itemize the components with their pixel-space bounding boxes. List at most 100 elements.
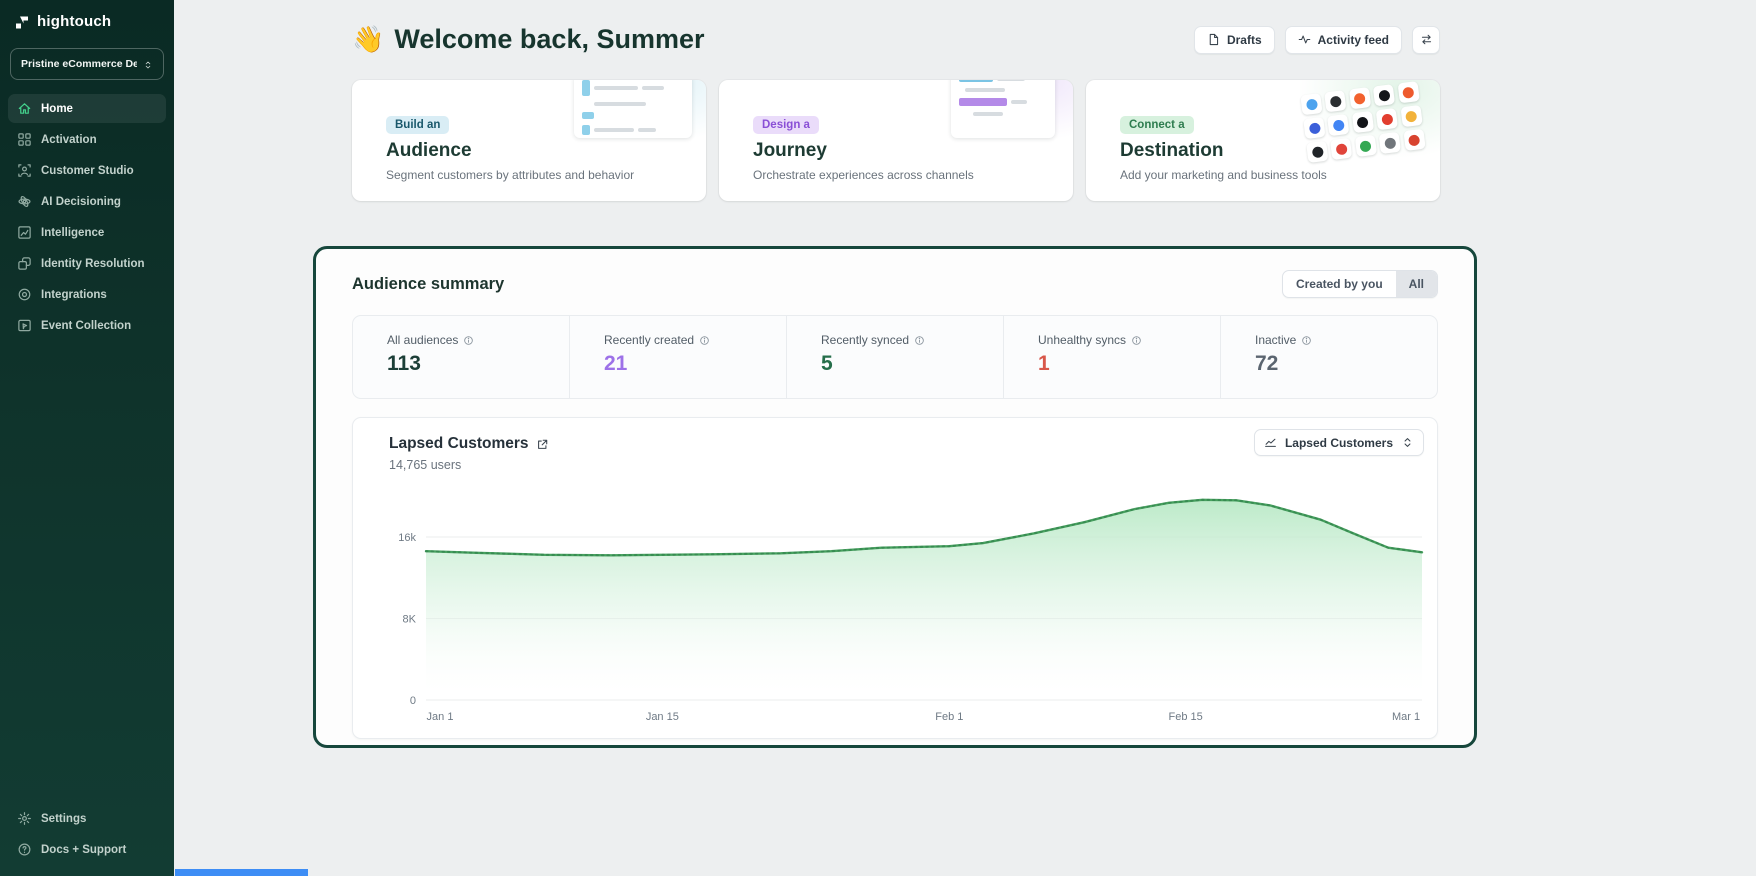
sidebar-item-label: Docs + Support [41, 844, 126, 856]
stat-label-text: Recently synced [821, 333, 909, 347]
identity-resolution-icon [17, 256, 32, 271]
external-link-icon[interactable] [536, 438, 549, 451]
filter-all[interactable]: All [1396, 271, 1437, 297]
switch-workspace-button[interactable] [1412, 26, 1440, 54]
info-icon[interactable] [914, 335, 925, 346]
stat-label-text: Recently created [604, 333, 694, 347]
event-collection-icon [17, 318, 32, 333]
activity-pulse-icon [1298, 33, 1311, 46]
activity-feed-button-label: Activity feed [1318, 33, 1389, 47]
sidebar-item-event-collection[interactable]: Event Collection [8, 311, 166, 340]
info-icon[interactable] [699, 335, 710, 346]
audience-illustration [546, 80, 706, 158]
stat-value: 21 [604, 352, 786, 376]
sidebar-item-ai-decisioning[interactable]: AI Decisioning [8, 187, 166, 216]
app-icon-tile [1400, 105, 1422, 127]
stat-recently-synced: Recently synced 5 [786, 316, 1003, 398]
customer-studio-icon [17, 163, 32, 178]
sidebar-item-label: Event Collection [41, 320, 131, 332]
sidebar-item-intelligence[interactable]: Intelligence [8, 218, 166, 247]
chevron-updown-icon [1401, 436, 1414, 449]
sidebar-item-customer-studio[interactable]: Customer Studio [8, 156, 166, 185]
wave-emoji: 👋 [352, 24, 384, 55]
destination-card-description: Add your marketing and business tools [1120, 168, 1327, 182]
info-icon[interactable] [463, 335, 474, 346]
info-icon[interactable] [1131, 335, 1142, 346]
app-icon-tile [1327, 114, 1349, 136]
document-icon [1207, 33, 1220, 46]
chart-title: Lapsed Customers [389, 435, 529, 453]
stat-value: 72 [1255, 352, 1437, 376]
sidebar-item-label: AI Decisioning [41, 196, 121, 208]
svg-text:Mar 1: Mar 1 [1392, 711, 1420, 720]
page-title: 👋 Welcome back, Summer [352, 24, 705, 55]
stat-value: 5 [821, 352, 1003, 376]
workspace-selector[interactable]: Pristine eCommerce De... [10, 48, 164, 80]
stat-label-text: Inactive [1255, 333, 1296, 347]
app-icon-tile [1352, 111, 1374, 133]
sidebar-item-home[interactable]: Home [8, 94, 166, 123]
build-audience-card[interactable]: Build an Audience Segment customers by a… [352, 80, 706, 201]
design-journey-card[interactable]: Design a Journey Orchestrate experiences… [719, 80, 1073, 201]
integrations-icon [17, 287, 32, 302]
svg-text:16k: 16k [398, 532, 416, 544]
help-icon [17, 842, 32, 857]
workspace-name: Pristine eCommerce De... [21, 58, 137, 70]
app-icon-tile [1355, 135, 1377, 157]
sidebar-item-label: Activation [41, 134, 97, 146]
svg-text:Jan 1: Jan 1 [427, 711, 454, 720]
sidebar-item-identity-resolution[interactable]: Identity Resolution [8, 249, 166, 278]
sidebar-item-label: Settings [41, 813, 86, 825]
app-icon-tile [1300, 93, 1322, 115]
drafts-button[interactable]: Drafts [1194, 26, 1275, 54]
destination-app-icons [1300, 81, 1425, 163]
page-title-text: Welcome back, Summer [394, 24, 704, 55]
chart-metric-select-value: Lapsed Customers [1285, 436, 1393, 450]
activity-feed-button[interactable]: Activity feed [1285, 26, 1402, 54]
stat-all-audiences: All audiences 113 [353, 316, 569, 398]
ai-decisioning-icon [17, 194, 32, 209]
logo-text: hightouch [37, 13, 111, 30]
svg-text:Feb 15: Feb 15 [1169, 711, 1203, 720]
filter-created-by-you[interactable]: Created by you [1283, 271, 1396, 297]
bottom-progress-bar [175, 869, 308, 876]
sidebar: hightouch Pristine eCommerce De... Home … [0, 0, 174, 876]
activation-icon [17, 132, 32, 147]
sidebar-item-settings[interactable]: Settings [8, 804, 166, 833]
lapsed-customers-chart-card: Lapsed Customers 14,765 users Lapsed Cus… [352, 417, 1438, 739]
stat-value: 113 [387, 352, 569, 376]
svg-text:Feb 1: Feb 1 [935, 711, 963, 720]
app-icon-tile [1349, 87, 1371, 109]
journey-illustration [913, 80, 1073, 158]
sidebar-item-docs-support[interactable]: Docs + Support [8, 835, 166, 864]
stat-label-text: Unhealthy syncs [1038, 333, 1126, 347]
chart-metric-select[interactable]: Lapsed Customers [1254, 429, 1424, 456]
connect-destination-card[interactable]: Connect a Destination Add your marketing… [1086, 80, 1440, 201]
line-chart-icon [1264, 436, 1277, 449]
svg-text:Jan 15: Jan 15 [646, 711, 679, 720]
intelligence-icon [17, 225, 32, 240]
svg-text:0: 0 [410, 695, 416, 707]
hightouch-logo[interactable]: hightouch [0, 0, 174, 40]
journey-card-description: Orchestrate experiences across channels [753, 168, 974, 182]
lapsed-customers-chart: 08K16kJan 1Jan 15Feb 1Feb 15Mar 1 [386, 472, 1436, 720]
connect-a-badge: Connect a [1120, 116, 1194, 134]
sidebar-nav: Home Activation Customer Studio AI Decis… [0, 94, 174, 340]
app-icon-tile [1379, 132, 1401, 154]
sidebar-item-label: Home [41, 103, 73, 115]
sidebar-item-activation[interactable]: Activation [8, 125, 166, 154]
app-icon-tile [1397, 81, 1419, 103]
audience-stats-bar: All audiences 113 Recently created 21 Re… [352, 315, 1438, 399]
chart-header: Lapsed Customers 14,765 users [389, 435, 549, 472]
header-actions: Drafts Activity feed [1194, 26, 1440, 54]
app-icon-tile [1325, 90, 1347, 112]
stat-unhealthy-syncs: Unhealthy syncs 1 [1003, 316, 1220, 398]
app-icon-tile [1330, 138, 1352, 160]
app-icon-tile [1306, 141, 1328, 163]
info-icon[interactable] [1301, 335, 1312, 346]
app-icon-tile [1373, 84, 1395, 106]
sidebar-item-label: Integrations [41, 289, 107, 301]
sidebar-item-integrations[interactable]: Integrations [8, 280, 166, 309]
audience-card-title: Audience [386, 140, 472, 162]
sidebar-item-label: Intelligence [41, 227, 104, 239]
